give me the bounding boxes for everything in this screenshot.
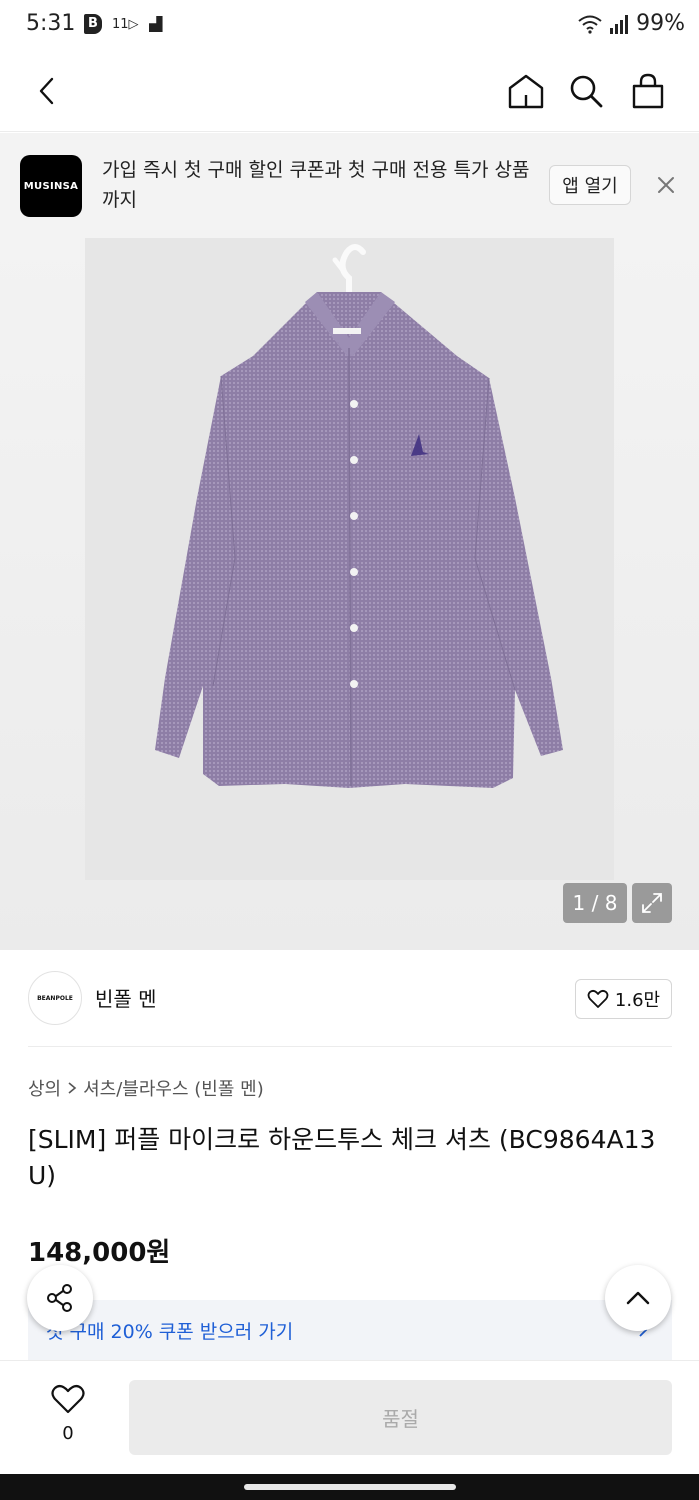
heart-icon xyxy=(587,989,609,1008)
wishlist-button[interactable]: 0 xyxy=(44,1383,92,1444)
app-notification-icon xyxy=(148,16,163,32)
shopping-bag-icon xyxy=(632,73,664,109)
breadcrumb-subcategory[interactable]: 셔츠/블라우스 (빈폴 멘) xyxy=(83,1075,264,1101)
brand-name[interactable]: 빈폴 멘 xyxy=(95,983,157,1012)
wishlist-count: 0 xyxy=(62,1423,74,1444)
breadcrumb: 상의 셔츠/블라우스 (빈폴 멘) xyxy=(28,1075,264,1101)
search-icon xyxy=(570,75,603,108)
status-notification-icons: B 11▷ xyxy=(84,14,163,34)
chevron-right-icon xyxy=(68,1082,77,1094)
scroll-to-top-button[interactable] xyxy=(605,1265,671,1331)
first-purchase-coupon-link[interactable]: 첫 구매 20% 쿠폰 받으러 가기 xyxy=(28,1300,672,1360)
product-title: [SLIM] 퍼플 마이크로 하운드투스 체크 셔츠 (BC9864A13U) xyxy=(28,1125,656,1190)
gallery-page-indicator: 1 / 8 xyxy=(563,883,627,923)
brand-logo[interactable]: BEANPOLE xyxy=(28,971,82,1025)
app-banner-message: 가입 즉시 첫 구매 할인 쿠폰과 첫 구매 전용 특가 상품까지 xyxy=(102,159,530,211)
home-icon xyxy=(508,74,544,109)
bottom-purchase-bar: 0 품절 xyxy=(0,1360,699,1474)
expand-icon xyxy=(642,893,662,913)
heart-icon xyxy=(51,1384,85,1414)
share-icon xyxy=(47,1284,72,1312)
breadcrumb-category[interactable]: 상의 xyxy=(28,1075,61,1101)
signal-icon xyxy=(610,14,629,34)
close-banner-button[interactable] xyxy=(652,171,680,199)
battery-level: 99% xyxy=(636,11,685,36)
app-install-banner: MUSINSA 가입 즉시 첫 구매 할인 쿠폰과 첫 구매 전용 특가 상품까… xyxy=(0,133,699,237)
brand-like-count: 1.6만 xyxy=(614,990,661,1011)
brand-like-button[interactable]: 1.6만 xyxy=(575,979,672,1019)
status-time: 5:31 xyxy=(26,11,76,36)
back-button[interactable] xyxy=(24,68,70,114)
chevron-left-icon xyxy=(39,77,54,105)
shirt-label-tag xyxy=(333,328,361,334)
open-app-button[interactable]: 앱 열기 xyxy=(549,165,631,205)
eleven-app-icon: 11▷ xyxy=(112,16,139,32)
wifi-icon xyxy=(578,15,602,34)
brand-row[interactable]: BEANPOLE 빈폴 멘 1.6만 xyxy=(28,951,672,1047)
cart-button[interactable] xyxy=(625,68,671,114)
expand-image-button[interactable] xyxy=(632,883,672,923)
chevron-up-icon xyxy=(626,1291,650,1305)
close-icon xyxy=(658,177,674,193)
status-right: 99% xyxy=(578,11,685,36)
eleven-app-label: 11 xyxy=(112,16,129,32)
search-button[interactable] xyxy=(563,68,609,114)
home-button[interactable] xyxy=(503,68,549,114)
share-button[interactable] xyxy=(27,1265,93,1331)
b-app-icon: B xyxy=(84,14,102,34)
product-price: 148,000원 xyxy=(28,1238,171,1268)
product-image[interactable] xyxy=(85,238,614,880)
top-header xyxy=(0,50,699,132)
product-gallery[interactable]: 1 / 8 xyxy=(0,237,699,950)
home-indicator[interactable] xyxy=(244,1484,456,1490)
musinsa-logo: MUSINSA xyxy=(20,155,82,217)
sold-out-button[interactable]: 품절 xyxy=(129,1380,672,1455)
system-navigation-bar xyxy=(0,1474,699,1500)
shirt-illustration xyxy=(155,244,563,788)
status-bar: 5:31 B 11▷ 99% xyxy=(0,0,699,50)
